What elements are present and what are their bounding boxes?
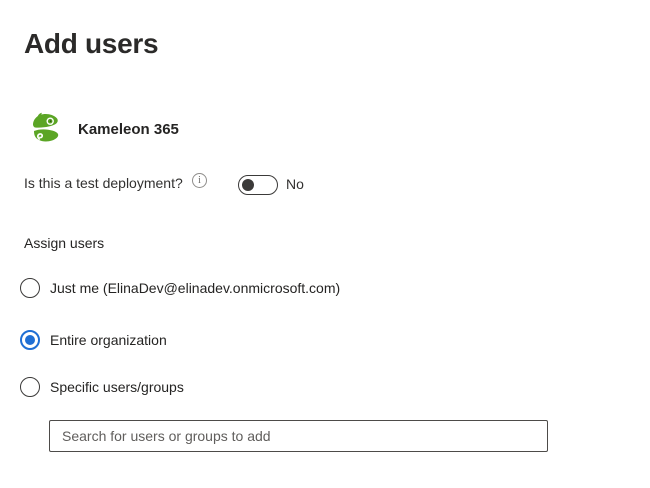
add-users-panel: Add users Kameleon 365 Is this a test de… [0, 0, 650, 488]
page-title: Add users [24, 28, 158, 60]
info-icon[interactable]: i [192, 173, 207, 188]
radio-option-just-me[interactable]: Just me (ElinaDev@elinadev.onmicrosoft.c… [20, 278, 340, 298]
test-deployment-label: Is this a test deployment? [24, 175, 183, 191]
assign-users-label: Assign users [24, 235, 104, 251]
radio-circle-icon [20, 278, 40, 298]
radio-option-label: Just me (ElinaDev@elinadev.onmicrosoft.c… [50, 280, 340, 296]
radio-option-entire-organization[interactable]: Entire organization [20, 330, 167, 350]
radio-option-label: Entire organization [50, 332, 167, 348]
radio-option-label: Specific users/groups [50, 379, 184, 395]
app-name: Kameleon 365 [78, 121, 179, 138]
radio-option-specific-users-groups[interactable]: Specific users/groups [20, 377, 184, 397]
radio-circle-icon [20, 330, 40, 350]
search-users-input[interactable] [49, 420, 548, 452]
test-deployment-toggle[interactable] [238, 175, 278, 195]
chameleon-logo-icon [30, 112, 62, 144]
toggle-knob-icon [242, 179, 254, 191]
toggle-value-label: No [286, 176, 304, 192]
radio-circle-icon [20, 377, 40, 397]
